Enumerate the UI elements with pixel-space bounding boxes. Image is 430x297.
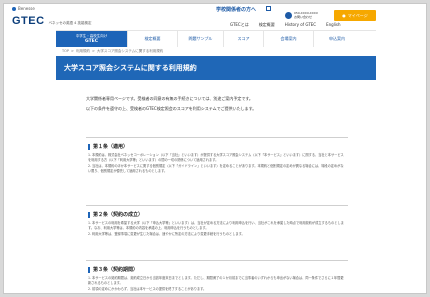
util-nav-history[interactable]: History of GTEC	[285, 22, 316, 28]
user-icon: ●	[342, 13, 346, 18]
main-nav: 中学生・高校生向け GTEC 検定概要 問題サンプル スコア 会場案内 申込案内	[56, 30, 376, 47]
article-3-para-2: 2. 前項の定めにかかわらず、当社は本サービスの提供を終了することがあります。	[88, 287, 207, 292]
benesse-label: Benesse	[18, 6, 35, 11]
article-2: 第２条（契約の成立） 1. 本サービスの利用を希望する大学（以下「申込大学等」と…	[88, 211, 346, 239]
brand: GTEC ベネッセの英語 4 技能検定	[12, 15, 92, 27]
nav-item-overview[interactable]: 検定概要	[128, 31, 178, 47]
heading-bar	[88, 143, 90, 150]
contact-block[interactable]: 050-XXXX-XXXX お問い合わせ	[285, 10, 327, 21]
article-heading: 第１条（適用）	[88, 143, 346, 150]
article-heading: 第２条（契約の成立）	[88, 211, 346, 218]
nav-item-sample[interactable]: 問題サンプル	[178, 31, 224, 47]
article-2-para-2: 2. 利用大学等は、登録事項に変更が生じた場合は、速やかに所定の方法により変更手…	[88, 232, 245, 237]
article-1-para-2: 2. 当社は、本規約のほか本サービスに関する個別規定（以下「ガイドライン」といい…	[88, 164, 344, 173]
phone-icon	[285, 12, 292, 19]
util-nav-english[interactable]: English	[326, 22, 340, 28]
breadcrumb: TOP > 利用規約 > 大学スコア照会システムに関する利用規約	[62, 49, 163, 54]
my-page-button[interactable]: ● マイページ	[334, 10, 376, 21]
browser-frame: Benesse 学校関係者の方へ GTEC ベネッセの英語 4 技能検定 050…	[3, 3, 427, 294]
intro-block: 大学関係者専用ページです。受検者の同意の有無の手続きについては、別途ご案内予定で…	[86, 96, 348, 113]
utility-nav: GTECとは 検定概要 History of GTEC English	[230, 22, 341, 28]
breadcrumb-item-current: 大学スコア照会システムに関する利用規約	[96, 49, 164, 53]
article-1-para-1: 1. 本規約は、株式会社ベネッセコーポレーション（以下「当社」といいます）が提供…	[88, 153, 344, 162]
section-divider	[86, 205, 348, 206]
contact-label: お問い合わせ	[294, 14, 313, 19]
section-divider	[86, 260, 348, 261]
nav-item-apply[interactable]: 申込案内	[314, 31, 360, 47]
breadcrumb-separator: >	[91, 49, 95, 53]
article-3-para-1: 1. 本サービスの契約期間は、契約成立日から当該年度末日までとします。ただし、期…	[88, 276, 344, 285]
nav-active-sub: GTEC	[84, 39, 99, 44]
nav-item-score[interactable]: スコア	[224, 31, 264, 47]
my-page-label: マイページ	[347, 12, 368, 18]
nav-item-venue[interactable]: 会場案内	[264, 31, 314, 47]
breadcrumb-item-top[interactable]: TOP	[62, 49, 69, 54]
brand-tagline: ベネッセの英語 4 技能検定	[48, 21, 92, 25]
article-heading: 第３条（契約期間）	[88, 266, 346, 273]
article-3: 第３条（契約期間） 1. 本サービスの契約期間は、契約成立日から当該年度末日まで…	[88, 266, 346, 293]
for-school-link[interactable]: 学校関係者の方へ	[216, 6, 256, 13]
page-title: 大学スコア照会システムに関する利用規約	[64, 64, 197, 72]
article-2-para-1: 1. 本サービスの利用を希望する大学（以下「申込大学等」といいます）は、当社が定…	[88, 221, 344, 230]
heading-bar	[88, 266, 90, 273]
benesse-logo[interactable]: Benesse	[12, 6, 35, 11]
nav-item-gtec-students[interactable]: 中学生・高校生向け GTEC	[56, 31, 128, 47]
benesse-logo-icon	[12, 6, 16, 11]
breadcrumb-item-terms[interactable]: 利用規約	[76, 49, 90, 54]
intro-line-2: 以下の条件を遵守の上、受検者のGTEC検定照会のスコアを利用システムでご提供いた…	[86, 106, 257, 111]
page-hero: 大学スコア照会システムに関する利用規約	[56, 56, 376, 80]
article-3-title: 第３条（契約期間）	[93, 267, 139, 273]
util-nav-about[interactable]: GTECとは	[230, 22, 249, 28]
util-nav-overview[interactable]: 検定概要	[259, 22, 275, 28]
intro-line-1: 大学関係者専用ページです。受検者の同意の有無の手続きについては、別途ご案内予定で…	[86, 96, 253, 101]
breadcrumb-separator: >	[71, 49, 74, 53]
external-link-icon	[266, 6, 271, 11]
article-1-title: 第１条（適用）	[93, 144, 129, 150]
gtec-logo[interactable]: GTEC	[12, 15, 45, 27]
article-1: 第１条（適用） 1. 本規約は、株式会社ベネッセコーポレーション（以下「当社」と…	[88, 143, 346, 175]
section-divider	[86, 137, 348, 138]
heading-bar	[88, 211, 90, 218]
article-2-title: 第２条（契約の成立）	[93, 212, 144, 218]
